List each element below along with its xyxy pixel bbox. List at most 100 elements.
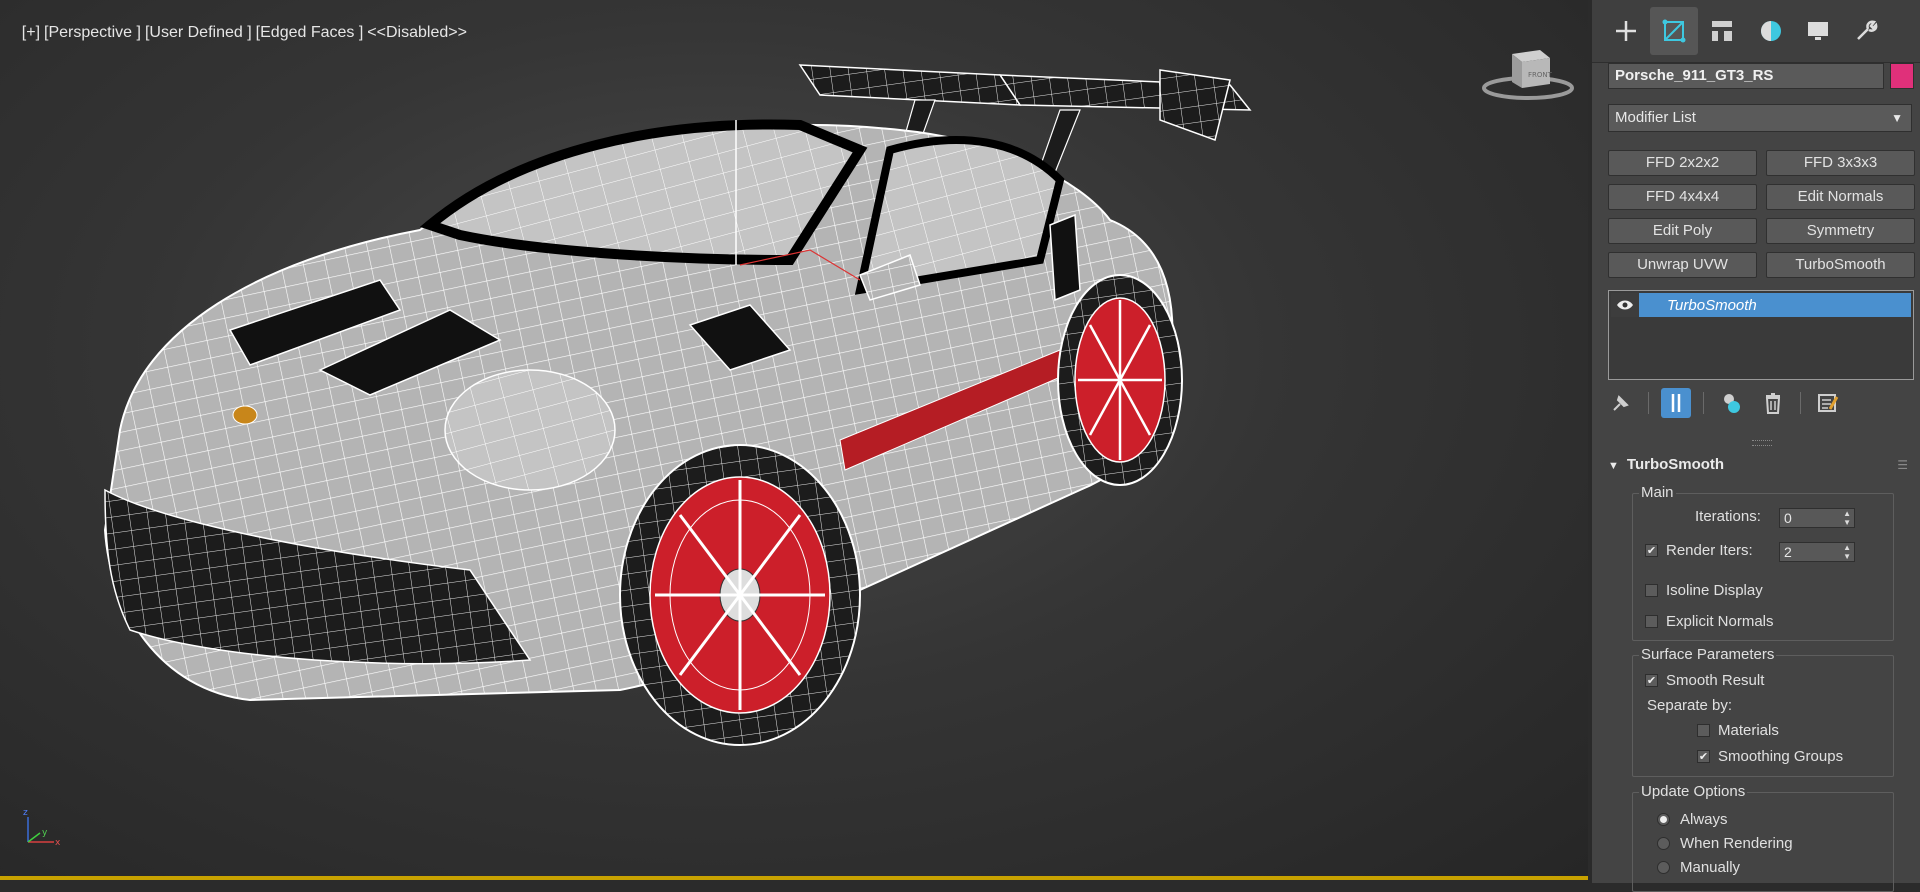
tab-modify[interactable]: [1650, 7, 1698, 55]
unwrap-uvw-button[interactable]: Unwrap UVW: [1608, 252, 1757, 278]
turbosmooth-rollout-header[interactable]: ▼ TurboSmooth ☰: [1608, 456, 1914, 478]
make-unique-icon: [1724, 394, 1740, 413]
show-end-result-button[interactable]: [1661, 388, 1691, 418]
update-manually-radio[interactable]: [1657, 861, 1670, 874]
viewport-menu-plus[interactable]: [+]: [22, 24, 40, 41]
make-unique-button[interactable]: [1716, 388, 1746, 418]
axis-z-label: z: [23, 808, 28, 818]
isoline-display-label: Isoline Display: [1666, 582, 1763, 599]
remove-modifier-button[interactable]: [1758, 388, 1788, 418]
main-group: Main Iterations: 0 ▲ ▼ ✔ Render Iters: 2 …: [1632, 484, 1894, 641]
stack-toolbar: [1606, 388, 1843, 418]
smooth-result-row: ✔ Smooth Result: [1645, 672, 1764, 689]
explicit-normals-label: Explicit Normals: [1666, 613, 1774, 630]
eye-icon[interactable]: [1611, 293, 1639, 317]
tab-create[interactable]: [1602, 7, 1650, 55]
viewport-menu-edged-faces[interactable]: [Edged Faces ]: [256, 24, 364, 41]
render-iters-row: ✔ Render Iters:: [1645, 542, 1753, 559]
render-iters-value: 2: [1784, 544, 1792, 560]
surface-parameters-group: Surface Parameters ✔ Smooth Result Separ…: [1632, 646, 1894, 777]
collapse-triangle-icon: ▼: [1608, 460, 1619, 472]
symmetry-button[interactable]: Symmetry: [1766, 218, 1915, 244]
hierarchy-icon: [1712, 21, 1732, 41]
ffd-2x2x2-button[interactable]: FFD 2x2x2: [1608, 150, 1757, 176]
ffd-4x4x4-button[interactable]: FFD 4x4x4: [1608, 184, 1757, 210]
surface-parameters-title: Surface Parameters: [1639, 646, 1777, 663]
windshield: [419, 119, 868, 266]
pin-stack-button[interactable]: [1606, 388, 1636, 418]
front-wheel: [619, 444, 861, 746]
iterations-row: Iterations:: [1695, 508, 1761, 525]
tab-utilities[interactable]: [1842, 7, 1890, 55]
update-always-row: Always: [1657, 811, 1728, 828]
update-when-rendering-row: When Rendering: [1657, 835, 1793, 852]
isoline-row: Isoline Display: [1645, 582, 1763, 599]
separate-by-row: Separate by:: [1647, 697, 1732, 714]
rollout-menu-icon[interactable]: ☰: [1897, 458, 1908, 472]
viewport-menu-disabled[interactable]: <<Disabled>>: [367, 24, 467, 41]
ffd-3x3x3-button[interactable]: FFD 3x3x3: [1766, 150, 1915, 176]
panel-resize-grip[interactable]: [1752, 440, 1772, 446]
viewport-menu-perspective[interactable]: [Perspective ]: [44, 24, 141, 41]
smooth-result-checkbox[interactable]: ✔: [1645, 674, 1658, 687]
configure-icon: [1818, 394, 1839, 412]
chevron-down-icon: ▼: [1891, 111, 1903, 125]
stack-item-turbosmooth[interactable]: TurboSmooth: [1611, 293, 1911, 317]
update-manually-label: Manually: [1680, 859, 1741, 876]
wrench-icon: [1857, 20, 1878, 40]
motion-icon: [1761, 21, 1781, 41]
materials-checkbox[interactable]: [1697, 724, 1710, 737]
render-iters-label: Render Iters:: [1666, 542, 1753, 559]
modify-icon: [1662, 19, 1686, 43]
edit-poly-button[interactable]: Edit Poly: [1608, 218, 1757, 244]
main-group-title: Main: [1639, 484, 1676, 501]
materials-label: Materials: [1718, 722, 1779, 739]
configure-modifier-sets-button[interactable]: [1813, 388, 1843, 418]
perspective-viewport[interactable]: [+] [Perspective ] [User Defined ] [Edged F…: [0, 0, 1588, 880]
headlight: [444, 369, 616, 491]
object-name-field[interactable]: Porsche_911_GT3_RS: [1608, 63, 1884, 89]
show-end-result-icon: [1671, 394, 1681, 412]
axis-y-label: y: [42, 828, 48, 838]
tab-hierarchy[interactable]: [1698, 7, 1746, 55]
porsche-badge: [232, 405, 258, 425]
modifier-list-dropdown[interactable]: Modifier List ▼: [1608, 104, 1912, 132]
explicit-normals-checkbox[interactable]: [1645, 615, 1658, 628]
display-icon: [1808, 22, 1828, 40]
smoothing-groups-label: Smoothing Groups: [1718, 748, 1844, 765]
trash-icon: [1765, 393, 1781, 414]
modifier-buttons-grid: FFD 2x2x2 FFD 3x3x3 FFD 4x4x4 Edit Norma…: [1608, 150, 1915, 278]
object-name-row: Porsche_911_GT3_RS: [1608, 62, 1918, 90]
car-wireframe-model[interactable]: [100, 50, 1480, 840]
axis-x-label: x: [55, 838, 61, 848]
spinner-arrows-icon[interactable]: ▲ ▼: [1843, 509, 1851, 527]
render-iters-checkbox[interactable]: ✔: [1645, 544, 1658, 557]
update-always-label: Always: [1680, 811, 1728, 828]
update-options-title: Update Options: [1639, 783, 1748, 800]
edit-normals-button[interactable]: Edit Normals: [1766, 184, 1915, 210]
iterations-label: Iterations:: [1695, 508, 1761, 525]
rollout-title: TurboSmooth: [1626, 456, 1725, 473]
render-iters-spinner[interactable]: 2 ▲ ▼: [1779, 542, 1855, 562]
viewport-menu-user-defined[interactable]: [User Defined ]: [145, 24, 252, 41]
update-when-rendering-radio[interactable]: [1657, 837, 1670, 850]
smoothing-groups-checkbox[interactable]: ✔: [1697, 750, 1710, 763]
iterations-spinner[interactable]: 0 ▲ ▼: [1779, 508, 1855, 528]
turbosmooth-button[interactable]: TurboSmooth: [1766, 252, 1915, 278]
plus-icon: [1616, 21, 1636, 41]
spinner-arrows-icon[interactable]: ▲ ▼: [1843, 543, 1851, 561]
smoothing-groups-row: ✔ Smoothing Groups: [1697, 748, 1843, 765]
iterations-value: 0: [1784, 510, 1792, 526]
update-when-rendering-label: When Rendering: [1680, 835, 1793, 852]
object-color-swatch[interactable]: [1890, 63, 1914, 89]
rear-wheel: [1057, 274, 1183, 486]
materials-row: Materials: [1697, 722, 1779, 739]
toolbar-divider: [1648, 392, 1649, 414]
viewcube-icon[interactable]: FRONT: [1478, 44, 1578, 104]
stack-item-label: TurboSmooth: [1667, 296, 1757, 314]
isoline-display-checkbox[interactable]: [1645, 584, 1658, 597]
update-always-radio[interactable]: [1657, 813, 1670, 826]
tab-display[interactable]: [1794, 7, 1842, 55]
modifier-stack[interactable]: TurboSmooth: [1608, 290, 1914, 380]
tab-motion[interactable]: [1746, 7, 1794, 55]
